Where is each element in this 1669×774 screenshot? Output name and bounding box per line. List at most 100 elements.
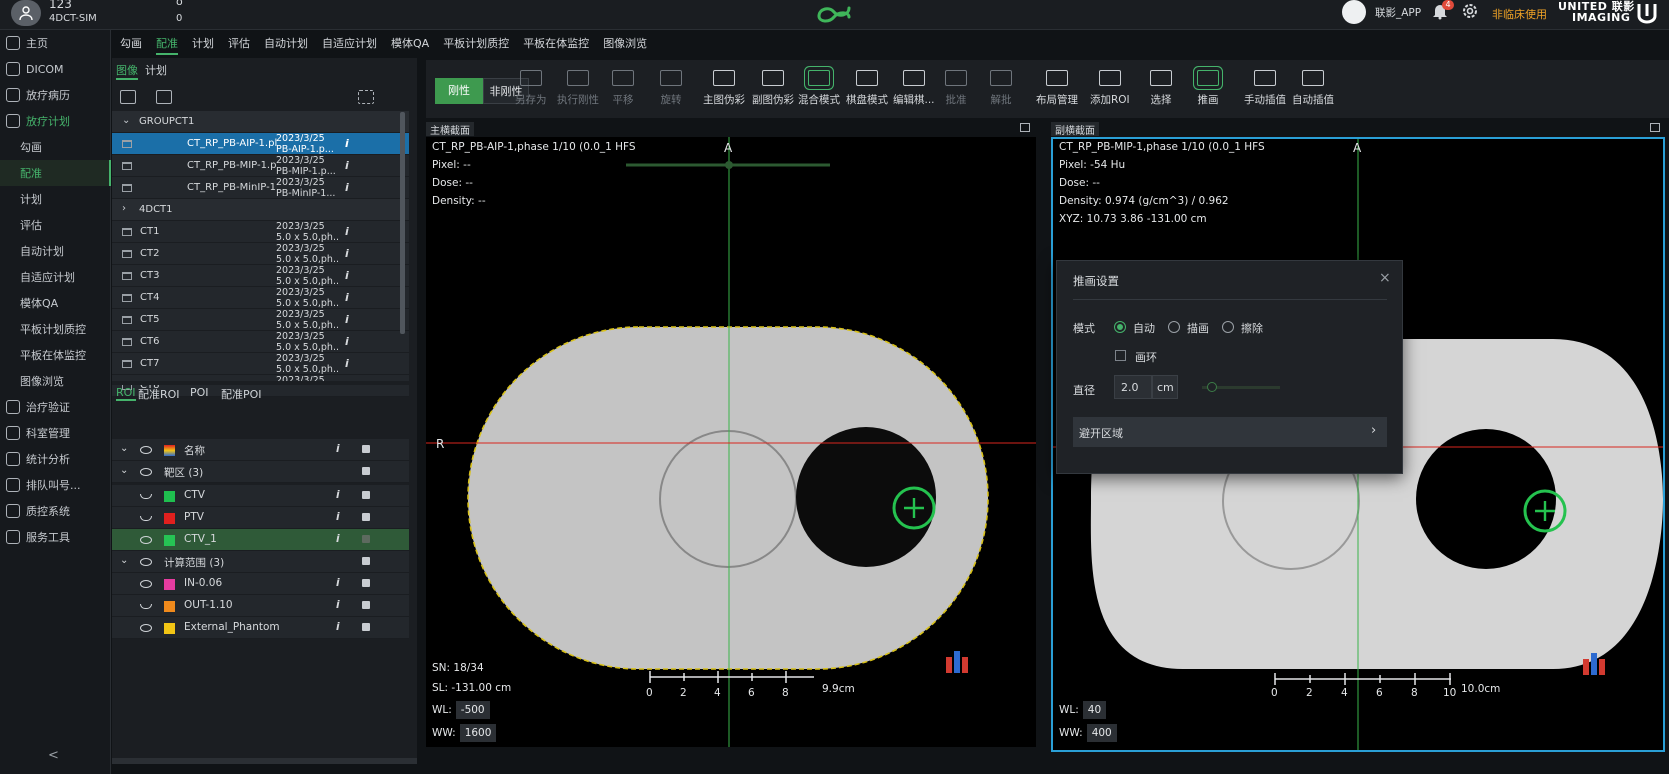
main-wl-value[interactable]: -500	[455, 701, 490, 719]
ct-row[interactable]: CT2 2023/3/25 5.0 x 5.0,ph... i	[112, 243, 409, 265]
tree-group-2[interactable]: › 4DCT1	[112, 199, 409, 221]
roi-tab-2[interactable]: POI	[190, 386, 209, 399]
lock-icon[interactable]	[362, 623, 370, 631]
rigid-button[interactable]: 刚性	[435, 78, 483, 104]
series-row[interactable]: CT_RP_PB-MIP-1.p 2023/3/25 PB-MIP-1.p... i	[112, 155, 409, 177]
eye-icon[interactable]	[140, 536, 152, 544]
roi-color-swatch[interactable]	[164, 513, 175, 524]
info-icon[interactable]: i	[336, 533, 340, 545]
ct-row[interactable]: CT7 2023/3/25 5.0 x 5.0,ph... i	[112, 353, 409, 375]
tab-plan[interactable]: 计划	[145, 62, 167, 78]
lock-icon[interactable]	[362, 491, 370, 499]
ct-row[interactable]: CT6 2023/3/25 5.0 x 5.0,ph... i	[112, 331, 409, 353]
ct-row[interactable]: CT3 2023/3/25 5.0 x 5.0,ph... i	[112, 265, 409, 287]
sidebar-item-12[interactable]: 平板在体监控	[0, 342, 111, 368]
info-icon[interactable]: i	[336, 621, 340, 633]
roi-item[interactable]: CTV i	[112, 485, 409, 507]
secondary-wl-value[interactable]: 40	[1082, 701, 1107, 719]
eye-icon[interactable]	[140, 468, 152, 476]
sidebar-item-2[interactable]: 放疗病历	[0, 82, 111, 108]
sidebar-item-16[interactable]: 统计分析	[0, 446, 111, 472]
grid-view-icon[interactable]	[156, 90, 172, 104]
toolbar-button-12[interactable]: 添加ROI	[1090, 70, 1130, 107]
tab-0[interactable]: 勾画	[120, 33, 142, 55]
toolbar-button-7[interactable]: 棋盘模式	[846, 70, 888, 107]
eye-icon[interactable]	[140, 624, 152, 632]
roi-item[interactable]: OUT-1.10 i	[112, 595, 409, 617]
toolbar-button-1[interactable]: 执行刚性	[557, 70, 599, 107]
toolbar-button-13[interactable]: 选择	[1150, 70, 1172, 107]
roi-group-target[interactable]: ⌄ 靶区 (3)	[112, 461, 409, 483]
mode-draw-radio[interactable]	[1168, 321, 1180, 333]
mode-auto-label[interactable]: 自动	[1133, 320, 1155, 336]
gear-icon[interactable]	[1461, 2, 1479, 20]
tab-9[interactable]: 图像浏览	[603, 33, 647, 55]
toolbar-button-2[interactable]: 平移	[612, 70, 634, 107]
toolbar-button-8[interactable]: 编辑棋...	[893, 70, 935, 107]
eye-icon[interactable]	[140, 446, 152, 454]
sidebar-item-3[interactable]: 放疗计划	[0, 108, 111, 134]
tab-7[interactable]: 平板计划质控	[443, 33, 509, 55]
sidebar-item-6[interactable]: 计划	[0, 186, 111, 212]
tab-8[interactable]: 平板在体监控	[523, 33, 589, 55]
roi-color-swatch[interactable]	[164, 579, 175, 590]
info-icon[interactable]: i	[336, 599, 340, 611]
lock-icon[interactable]	[362, 601, 370, 609]
roi-color-swatch[interactable]	[164, 491, 175, 502]
sidebar-item-14[interactable]: 治疗验证	[0, 394, 111, 420]
toolbar-button-3[interactable]: 旋转	[660, 70, 682, 107]
diameter-input[interactable]: 2.0	[1114, 375, 1152, 399]
toolbar-button-4[interactable]: 主图伪彩	[703, 70, 745, 107]
tree-group-1[interactable]: ⌄ GROUPCT1	[112, 111, 409, 133]
lock-icon[interactable]	[362, 535, 370, 543]
info-icon[interactable]: i	[345, 159, 349, 172]
chevron-down-icon[interactable]: ⌄	[122, 115, 130, 126]
import-image-icon[interactable]	[120, 90, 136, 104]
main-ww-value[interactable]: 1600	[459, 724, 497, 742]
secondary-view-maximize-icon[interactable]	[1650, 123, 1660, 132]
roi-item[interactable]: IN-0.06 i	[112, 573, 409, 595]
roi-color-swatch[interactable]	[164, 535, 175, 546]
info-icon[interactable]: i	[345, 137, 349, 150]
ct-row[interactable]: CT5 2023/3/25 5.0 x 5.0,ph... i	[112, 309, 409, 331]
toolbar-button-9[interactable]: 批准	[945, 70, 967, 107]
eye-icon[interactable]	[140, 580, 152, 588]
sidebar-item-19[interactable]: 服务工具	[0, 524, 111, 550]
secondary-ww-value[interactable]: 400	[1086, 724, 1117, 742]
chevron-right-icon[interactable]: ›	[122, 203, 126, 214]
roi-group-calc[interactable]: ⌄ 计算范围 (3)	[112, 551, 409, 573]
eye-closed-icon[interactable]	[140, 604, 152, 609]
user-avatar[interactable]	[11, 0, 41, 26]
tab-3[interactable]: 评估	[228, 33, 250, 55]
info-icon[interactable]: i	[345, 181, 349, 194]
info-icon[interactable]: i	[345, 357, 349, 370]
info-icon[interactable]: i	[345, 313, 349, 326]
info-icon[interactable]: i	[345, 269, 349, 282]
roi-item[interactable]: External_Phantom i	[112, 617, 409, 639]
mode-draw-label[interactable]: 描画	[1187, 320, 1209, 336]
mode-auto-radio[interactable]	[1114, 321, 1126, 333]
mode-erase-radio[interactable]	[1222, 321, 1234, 333]
info-icon[interactable]: i	[345, 247, 349, 260]
sidebar-item-18[interactable]: 质控系统	[0, 498, 111, 524]
toolbar-button-10[interactable]: 解批	[990, 70, 1012, 107]
tab-image[interactable]: 图像	[116, 62, 138, 80]
info-icon[interactable]: i	[345, 291, 349, 304]
app-user-avatar[interactable]	[1342, 0, 1366, 24]
roi-tab-1[interactable]: 配准ROI	[138, 386, 180, 402]
roi-header-row[interactable]: ⌄ 名称 i	[112, 439, 409, 461]
toolbar-button-0[interactable]: 另存为	[515, 70, 547, 107]
group-settings-icon[interactable]	[358, 90, 374, 104]
roi-tab-0[interactable]: ROI	[116, 386, 136, 401]
lock-icon[interactable]	[362, 557, 370, 565]
eye-icon[interactable]	[140, 558, 152, 566]
sidebar-item-1[interactable]: DICOM	[0, 56, 111, 82]
series-row[interactable]: CT_RP_PB-AIP-1.pl 2023/3/25 PB-AIP-1.p... i	[112, 133, 409, 155]
sidebar-collapse-button[interactable]: <	[48, 748, 59, 763]
info-icon[interactable]: i	[336, 511, 340, 523]
roi-hscroll[interactable]	[112, 758, 417, 764]
lock-icon[interactable]	[362, 513, 370, 521]
tab-2[interactable]: 计划	[192, 33, 214, 55]
sidebar-item-13[interactable]: 图像浏览	[0, 368, 111, 394]
ring-checkbox[interactable]	[1115, 350, 1126, 361]
